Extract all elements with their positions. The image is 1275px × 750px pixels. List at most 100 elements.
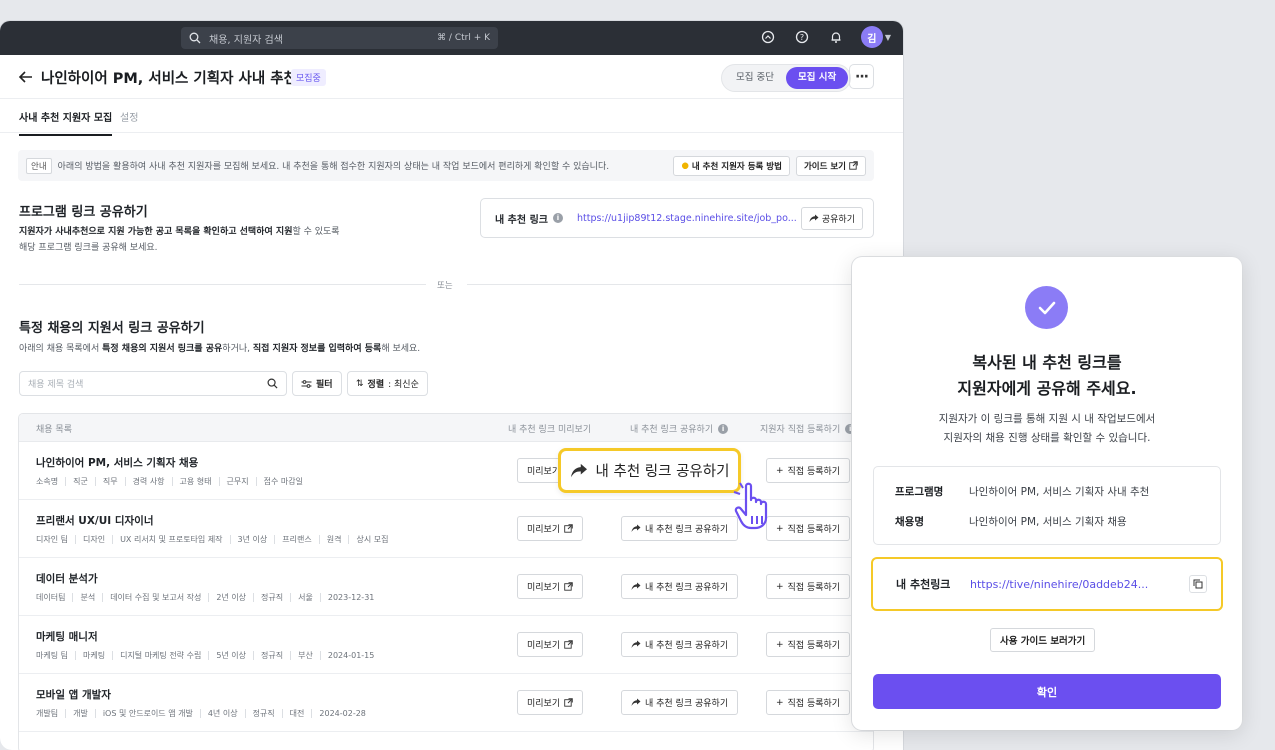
info-icon[interactable]: i <box>552 213 563 223</box>
back-arrow-icon[interactable] <box>18 69 34 85</box>
my-link-value[interactable]: https://tive/ninehire/0addeb24... <box>970 578 1189 591</box>
program-share-button[interactable]: 공유하기 <box>800 206 863 230</box>
row-meta-item: 원격 <box>318 535 349 544</box>
sort-button[interactable]: ⇅ 정렬 : 최신순 <box>347 371 428 396</box>
preview-button[interactable]: 미리보기 <box>517 690 584 715</box>
desc-part: 아래의 채용 목록에서 <box>19 344 103 354</box>
row-meta-item: 개발 <box>65 709 95 718</box>
row-meta-item: 상시 모집 <box>348 535 395 544</box>
chevron-down-icon[interactable] <box>273 72 283 82</box>
row-meta-item: 데이터팀 <box>36 593 66 602</box>
row-meta-item: 데이터 수집 및 보고서 작성 <box>102 593 208 602</box>
row-meta-item: 고용 형태 <box>171 477 219 486</box>
program-name-key: 프로그램명 <box>895 486 944 498</box>
preview-button[interactable]: 미리보기 <box>517 574 584 599</box>
howto-button[interactable]: ● 내 추천 지원자 등록 방법 <box>673 155 790 176</box>
preview-button[interactable]: 미리보기 <box>517 632 584 657</box>
row-meta-item: 3년 이상 <box>229 535 275 544</box>
external-link-icon <box>564 524 573 533</box>
register-label: 직접 등록하기 <box>787 525 841 535</box>
divider-right <box>467 284 852 285</box>
program-link-url[interactable]: https://u1jip89t12.stage.ninehire.site/j… <box>577 213 801 224</box>
user-menu[interactable]: 김 ▼ <box>860 26 891 48</box>
table-row[interactable]: 모바일 앱 개발자 개발팀 개발 iOS 및 안드로이드 앱 개발 4년 이상 정규직 대전… <box>19 674 873 732</box>
sort-label: 정렬 <box>367 380 385 390</box>
row-meta-item: 접수 마감일 <box>255 477 310 486</box>
row-meta-item: 디자인 팀 <box>36 535 68 544</box>
row-meta: 개발팀 개발 iOS 및 안드로이드 앱 개발 4년 이상 정규직 대전 2024-02-2… <box>36 709 373 718</box>
desc-bold: 특정 채용의 지원서 링크를 공유 <box>102 344 223 354</box>
row-meta-item: 개발팀 <box>36 709 59 718</box>
program-link-title: 프로그램 링크 공유하기 <box>19 205 148 220</box>
highlighted-share-button[interactable]: 내 추천 링크 공유하기 <box>558 448 741 493</box>
tab-referral-recruit[interactable]: 사내 추천 지원자 모집 <box>19 109 113 136</box>
more-options-button[interactable]: ··· <box>849 64 874 89</box>
global-search-input[interactable]: 채용, 지원자 검색 ⌘ / Ctrl + K <box>181 27 498 49</box>
row-meta-item: 2024-02-28 <box>311 709 373 718</box>
th-preview: 내 추천 링크 미리보기 <box>508 425 592 435</box>
copy-icon <box>1193 579 1203 589</box>
row-meta-item: 직무 <box>94 477 125 486</box>
guide-button[interactable]: 가이드 보기 <box>795 155 866 176</box>
modal-info-box: 프로그램명 나인하이어 PM, 서비스 기획자 사내 추천 채용명 나인하이어 … <box>873 466 1221 545</box>
register-button[interactable]: + 직접 등록하기 <box>766 632 851 657</box>
row-share-button[interactable]: 내 추천 링크 공유하기 <box>621 516 739 541</box>
row-meta-item: UX 리서치 및 프로토타입 제작 <box>112 535 229 544</box>
stop-recruit-button[interactable]: 모집 중단 <box>724 67 786 89</box>
global-search-placeholder: 채용, 지원자 검색 <box>209 34 283 46</box>
external-link-icon <box>564 640 573 649</box>
job-search-input[interactable]: 채용 제목 검색 <box>19 371 287 396</box>
table-row[interactable]: 데이터 분석가 데이터팀 분석 데이터 수집 및 보고서 작성 2년 이상 정규직 서울 20… <box>19 558 873 616</box>
plus-icon: + <box>776 465 784 476</box>
howto-label: 내 추천 지원자 등록 방법 <box>691 161 782 172</box>
highlighted-share-label: 내 추천 링크 공유하기 <box>595 464 730 480</box>
register-button[interactable]: + 직접 등록하기 <box>766 574 851 599</box>
row-meta-item: 대전 <box>281 709 312 718</box>
share-arrow-icon <box>809 214 819 222</box>
th-register-label: 지원자 직접 등록하기 <box>760 425 841 435</box>
row-share-button[interactable]: 내 추천 링크 공유하기 <box>621 574 739 599</box>
row-share-button[interactable]: 내 추천 링크 공유하기 <box>621 690 739 715</box>
tab-settings[interactable]: 설정 <box>120 109 138 124</box>
share-arrow-icon <box>570 463 587 477</box>
confirm-button[interactable]: 확인 <box>873 674 1221 709</box>
modal-title-line2: 지원자에게 공유해 주세요. <box>957 379 1137 398</box>
info-icon[interactable]: i <box>718 423 729 434</box>
table-row[interactable]: 마케팅 매니저 마케팅 팀 마케팅 디지털 마케팅 전략 수립 5년 이상 정규직 부산 20… <box>19 616 873 674</box>
row-meta-item: 2024-01-15 <box>319 651 382 660</box>
recruit-toggle: 모집 중단 모집 시작 <box>721 64 852 92</box>
tab-bar: 사내 추천 지원자 모집 설정 <box>0 99 903 136</box>
row-meta-item: 2년 이상 <box>208 593 253 602</box>
job-search-placeholder: 채용 제목 검색 <box>28 380 84 390</box>
th-list: 채용 목록 <box>36 425 72 435</box>
row-meta-item: iOS 및 안드로이드 앱 개발 <box>94 709 200 718</box>
row-share-button[interactable]: 내 추천 링크 공유하기 <box>621 632 739 657</box>
program-link-desc: 지원자가 사내추천으로 지원 가능한 공고 목록을 확인하고 선택하여 지원할 … <box>19 224 359 256</box>
register-label: 직접 등록하기 <box>787 583 841 593</box>
svg-text:?: ? <box>800 33 804 42</box>
avatar: 김 <box>860 26 883 48</box>
row-meta-item: 서울 <box>290 593 320 602</box>
row-meta-item: 정규직 <box>244 709 282 718</box>
preview-button[interactable]: 미리보기 <box>517 516 584 541</box>
start-recruit-button[interactable]: 모집 시작 <box>785 67 849 89</box>
share-arrow-icon <box>631 582 641 590</box>
copy-button[interactable] <box>1189 575 1207 593</box>
share-modal: 복사된 내 추천 링크를 지원자에게 공유해 주세요. 지원자가 이 링크를 통… <box>852 257 1242 730</box>
row-meta: 데이터팀 분석 데이터 수집 및 보고서 작성 2년 이상 정규직 서울 2023-12-3… <box>36 593 381 602</box>
usage-guide-button[interactable]: 사용 가이드 보러가기 <box>990 628 1096 652</box>
program-link-desc-line2: 해당 프로그램 링크를 공유해 보세요. <box>19 243 158 253</box>
filter-button[interactable]: 필터 <box>292 371 342 396</box>
divider-left <box>19 284 426 285</box>
row-meta: 마케팅 팀 마케팅 디지털 마케팅 전략 수립 5년 이상 정규직 부산 2024-01-1… <box>36 651 381 660</box>
row-meta-item: 5년 이상 <box>208 651 253 660</box>
register-button[interactable]: + 직접 등록하기 <box>766 690 851 715</box>
row-meta: 소속명 직군 직무 경력 사항 고용 형태 근무지 접수 마감일 <box>36 477 310 486</box>
preview-label: 미리보기 <box>527 583 561 593</box>
row-meta: 디자인 팀 디자인 UX 리서치 및 프로토타입 제작 3년 이상 프리랜스 원격 상시 모… <box>36 535 395 544</box>
sort-value: : 최신순 <box>388 380 419 390</box>
chat-icon[interactable] <box>759 28 777 46</box>
help-icon[interactable]: ? <box>793 28 811 46</box>
bell-icon[interactable] <box>827 28 845 46</box>
preview-label: 미리보기 <box>527 525 561 535</box>
